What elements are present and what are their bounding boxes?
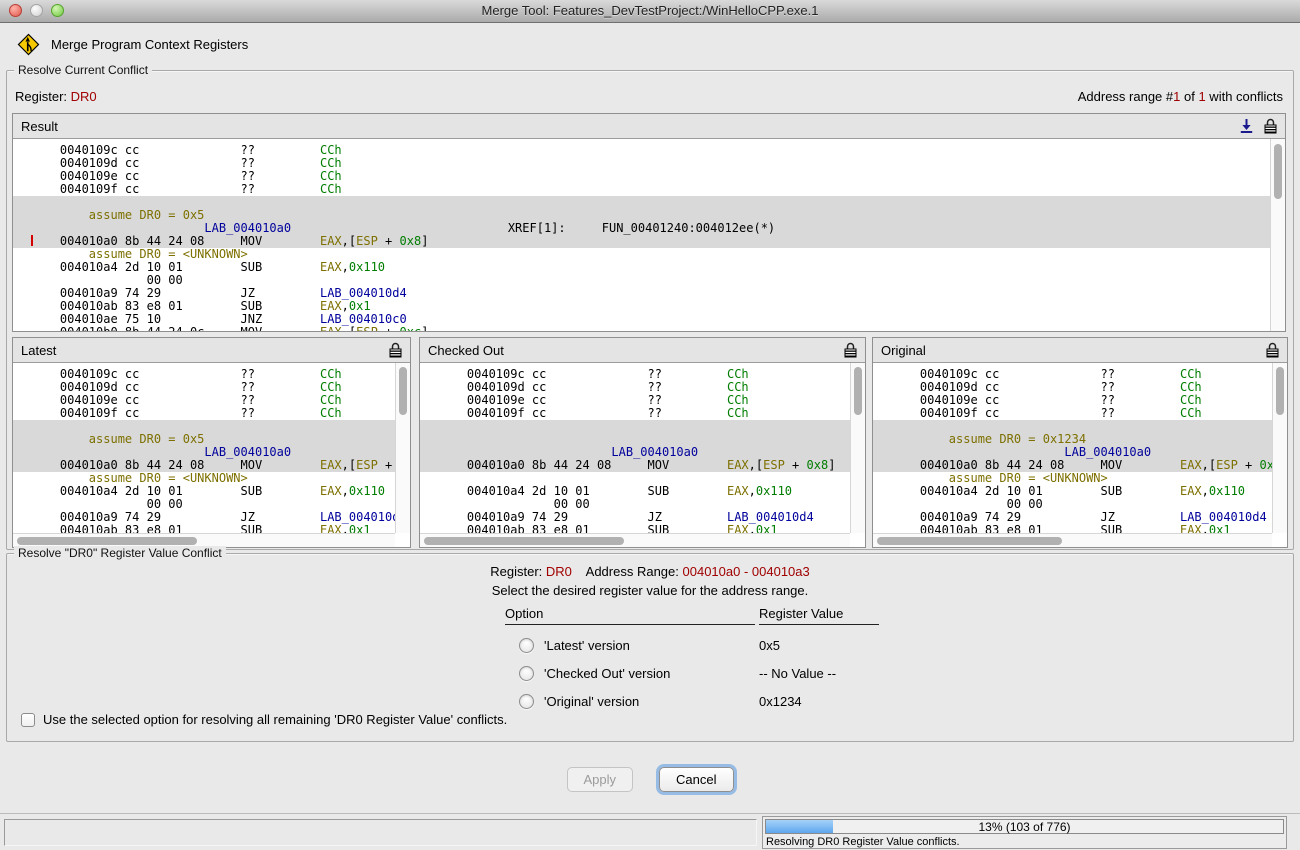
- original-vertical-scrollbar[interactable]: [1272, 363, 1287, 533]
- option-table-header: Option Register Value: [505, 606, 879, 625]
- checked-out-version-label[interactable]: 'Checked Out' version: [544, 666, 670, 681]
- use-for-all-row: Use the selected option for resolving al…: [21, 712, 507, 727]
- addr-mid: of: [1180, 89, 1198, 104]
- address-range-label: Address Range:: [586, 564, 679, 579]
- checked-out-panel-header: Checked Out: [420, 338, 865, 363]
- listing-row[interactable]: 0040109f cc ?? CCh: [438, 407, 850, 420]
- checked-out-listing: 0040109c cc ?? CCh 0040109d cc ?? CCh 00…: [420, 363, 850, 533]
- result-panel: Result: [12, 113, 1286, 332]
- status-bar: 13% (103 of 776) Resolving DR0 Register …: [0, 813, 1300, 850]
- use-for-all-checkbox[interactable]: [21, 713, 35, 727]
- result-panel-title: Result: [21, 119, 1239, 134]
- original-version-radio[interactable]: [519, 694, 534, 709]
- listing-row[interactable]: 004010ab 83 e8 01 SUB EAX,0x1: [891, 524, 1272, 533]
- latest-listing: 0040109c cc ?? CCh 0040109d cc ?? CCh 00…: [13, 363, 395, 533]
- option-table: Option Register Value 'Latest' version 0…: [505, 606, 879, 709]
- scrollbar-thumb[interactable]: [854, 367, 862, 415]
- original-panel-header: Original: [873, 338, 1287, 363]
- latest-panel-title: Latest: [21, 343, 389, 358]
- lock-icon: [844, 342, 857, 358]
- merge-tool-window: Merge Tool: Features_DevTestProject:/Win…: [0, 0, 1300, 850]
- titlebar: Merge Tool: Features_DevTestProject:/Win…: [0, 0, 1300, 23]
- result-listing: 0040109c cc ?? CCh 0040109d cc ?? CCh 00…: [13, 139, 1270, 331]
- goto-conflict-icon[interactable]: [1239, 118, 1254, 134]
- result-panel-header: Result: [13, 114, 1285, 139]
- cancel-button[interactable]: Cancel: [659, 767, 733, 792]
- scrollbar-thumb[interactable]: [424, 537, 624, 545]
- result-vertical-scrollbar[interactable]: [1270, 139, 1285, 331]
- addr-suffix: with conflicts: [1206, 89, 1283, 104]
- address-range-counter: Address range #1 of 1 with conflicts: [1078, 89, 1283, 104]
- latest-panel-header: Latest: [13, 338, 410, 363]
- latest-version-label[interactable]: 'Latest' version: [544, 638, 630, 653]
- resolve-current-conflict-group: Resolve Current Conflict Register: DR0 A…: [6, 70, 1294, 550]
- listing-row[interactable]: 0040109f cc ?? CCh: [31, 407, 395, 420]
- original-version-row: 'Original' version 0x1234: [505, 694, 879, 709]
- progress-area: 13% (103 of 776) Resolving DR0 Register …: [762, 816, 1287, 849]
- progress-bar: 13% (103 of 776): [765, 819, 1284, 834]
- use-for-all-label[interactable]: Use the selected option for resolving al…: [43, 712, 507, 727]
- listing-row[interactable]: 004010b0 8b 44 24 0c MOV EAX,[ESP + 0xc]: [31, 326, 1270, 331]
- listing-row[interactable]: 004010ab 83 e8 01 SUB EAX,0x1: [438, 524, 850, 533]
- listing-row[interactable]: [420, 420, 850, 433]
- progress-message: Resolving DR0 Register Value conflicts.: [766, 836, 960, 848]
- original-listing: 0040109c cc ?? CCh 0040109d cc ?? CCh 00…: [873, 363, 1272, 533]
- window-title: Merge Tool: Features_DevTestProject:/Win…: [0, 3, 1300, 18]
- listing-row[interactable]: 0040109f cc ?? CCh: [31, 183, 1270, 196]
- original-version-value: 0x1234: [759, 694, 802, 709]
- button-row: Apply Cancel: [0, 767, 1300, 792]
- scrollbar-thumb[interactable]: [877, 537, 1062, 545]
- address-range-value: 004010a0 - 004010a3: [683, 564, 810, 579]
- checked-out-version-row: 'Checked Out' version -- No Value --: [505, 666, 879, 681]
- latest-panel: Latest 0040109c cc ?? CCh 0040109d cc ??: [12, 337, 411, 548]
- original-panel-title: Original: [881, 343, 1266, 358]
- register-label: Register:: [490, 564, 542, 579]
- latest-vertical-scrollbar[interactable]: [395, 363, 410, 533]
- register-value: DR0: [546, 564, 572, 579]
- checked-out-version-value: -- No Value --: [759, 666, 836, 681]
- progress-label: 13% (103 of 776): [766, 820, 1283, 834]
- addr-prefix: Address range #: [1078, 89, 1173, 104]
- latest-version-value: 0x5: [759, 638, 780, 653]
- lock-icon: [1266, 342, 1279, 358]
- latest-horizontal-scrollbar[interactable]: [13, 533, 395, 547]
- listing-row[interactable]: 004010a4 2d 10 01 SUB EAX,0x110: [31, 261, 1270, 274]
- lock-icon: [389, 342, 402, 358]
- status-message-area: [4, 819, 757, 846]
- checked-horizontal-scrollbar[interactable]: [420, 533, 850, 547]
- listing-row[interactable]: 004010a0 8b 44 24 08 MOV EAX,[ESP + 0x8]: [420, 459, 850, 472]
- scrollbar-thumb[interactable]: [17, 537, 197, 545]
- group-title: Resolve Current Conflict: [14, 63, 152, 77]
- register-label: Register:: [15, 89, 67, 104]
- page-title: Merge Program Context Registers: [51, 37, 248, 52]
- merge-sign-icon: [17, 33, 40, 56]
- option-column-header: Option: [505, 606, 755, 625]
- checked-out-panel: Checked Out 0040109c cc ?? CCh 0040109d …: [419, 337, 866, 548]
- register-text: Register: DR0: [15, 89, 97, 104]
- scrollbar-thumb[interactable]: [1276, 367, 1284, 415]
- register-value-column-header: Register Value: [759, 606, 879, 625]
- app-header: Merge Program Context Registers: [17, 33, 248, 56]
- checked-out-version-radio[interactable]: [519, 666, 534, 681]
- latest-version-row: 'Latest' version 0x5: [505, 638, 879, 653]
- register-row: Register: DR0 Address range #1 of 1 with…: [15, 89, 1283, 104]
- checked-vertical-scrollbar[interactable]: [850, 363, 865, 533]
- addr-num2: 1: [1198, 89, 1205, 104]
- lock-icon: [1264, 118, 1277, 134]
- apply-button[interactable]: Apply: [567, 767, 634, 792]
- listing-row[interactable]: 004010ab 83 e8 01 SUB EAX,0x1: [31, 524, 395, 533]
- resolve-register-value-group: Resolve "DR0" Register Value Conflict Re…: [6, 553, 1294, 742]
- instruction-text: Select the desired register value for th…: [7, 583, 1293, 598]
- conflict-summary: Register: DR0 Address Range: 004010a0 - …: [7, 564, 1293, 598]
- original-horizontal-scrollbar[interactable]: [873, 533, 1272, 547]
- scrollbar-thumb[interactable]: [1274, 144, 1282, 199]
- register-value: DR0: [71, 89, 97, 104]
- listing-row[interactable]: 0040109f cc ?? CCh: [891, 407, 1272, 420]
- original-panel: Original 0040109c cc ?? CCh 0040109d cc …: [872, 337, 1288, 548]
- latest-version-radio[interactable]: [519, 638, 534, 653]
- group-title: Resolve "DR0" Register Value Conflict: [14, 546, 226, 560]
- checked-out-panel-title: Checked Out: [428, 343, 844, 358]
- scrollbar-thumb[interactable]: [399, 367, 407, 415]
- original-version-label[interactable]: 'Original' version: [544, 694, 639, 709]
